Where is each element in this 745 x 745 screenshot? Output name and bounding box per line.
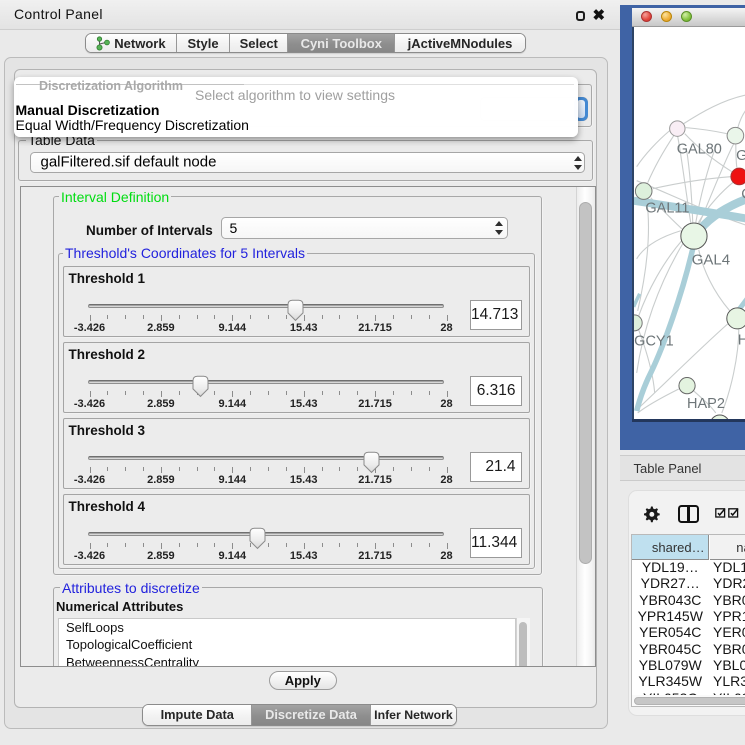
svg-text:HAP2: HAP2: [687, 395, 725, 411]
svg-text:GAL11: GAL11: [645, 200, 689, 216]
svg-text:GAL4: GAL4: [691, 251, 729, 268]
svg-text:GAL80: GAL80: [676, 141, 721, 157]
svg-text:GA: GA: [736, 148, 745, 164]
svg-text:C: C: [741, 186, 745, 202]
svg-text:H: H: [737, 332, 745, 348]
svg-text:GCY1: GCY1: [634, 333, 674, 349]
